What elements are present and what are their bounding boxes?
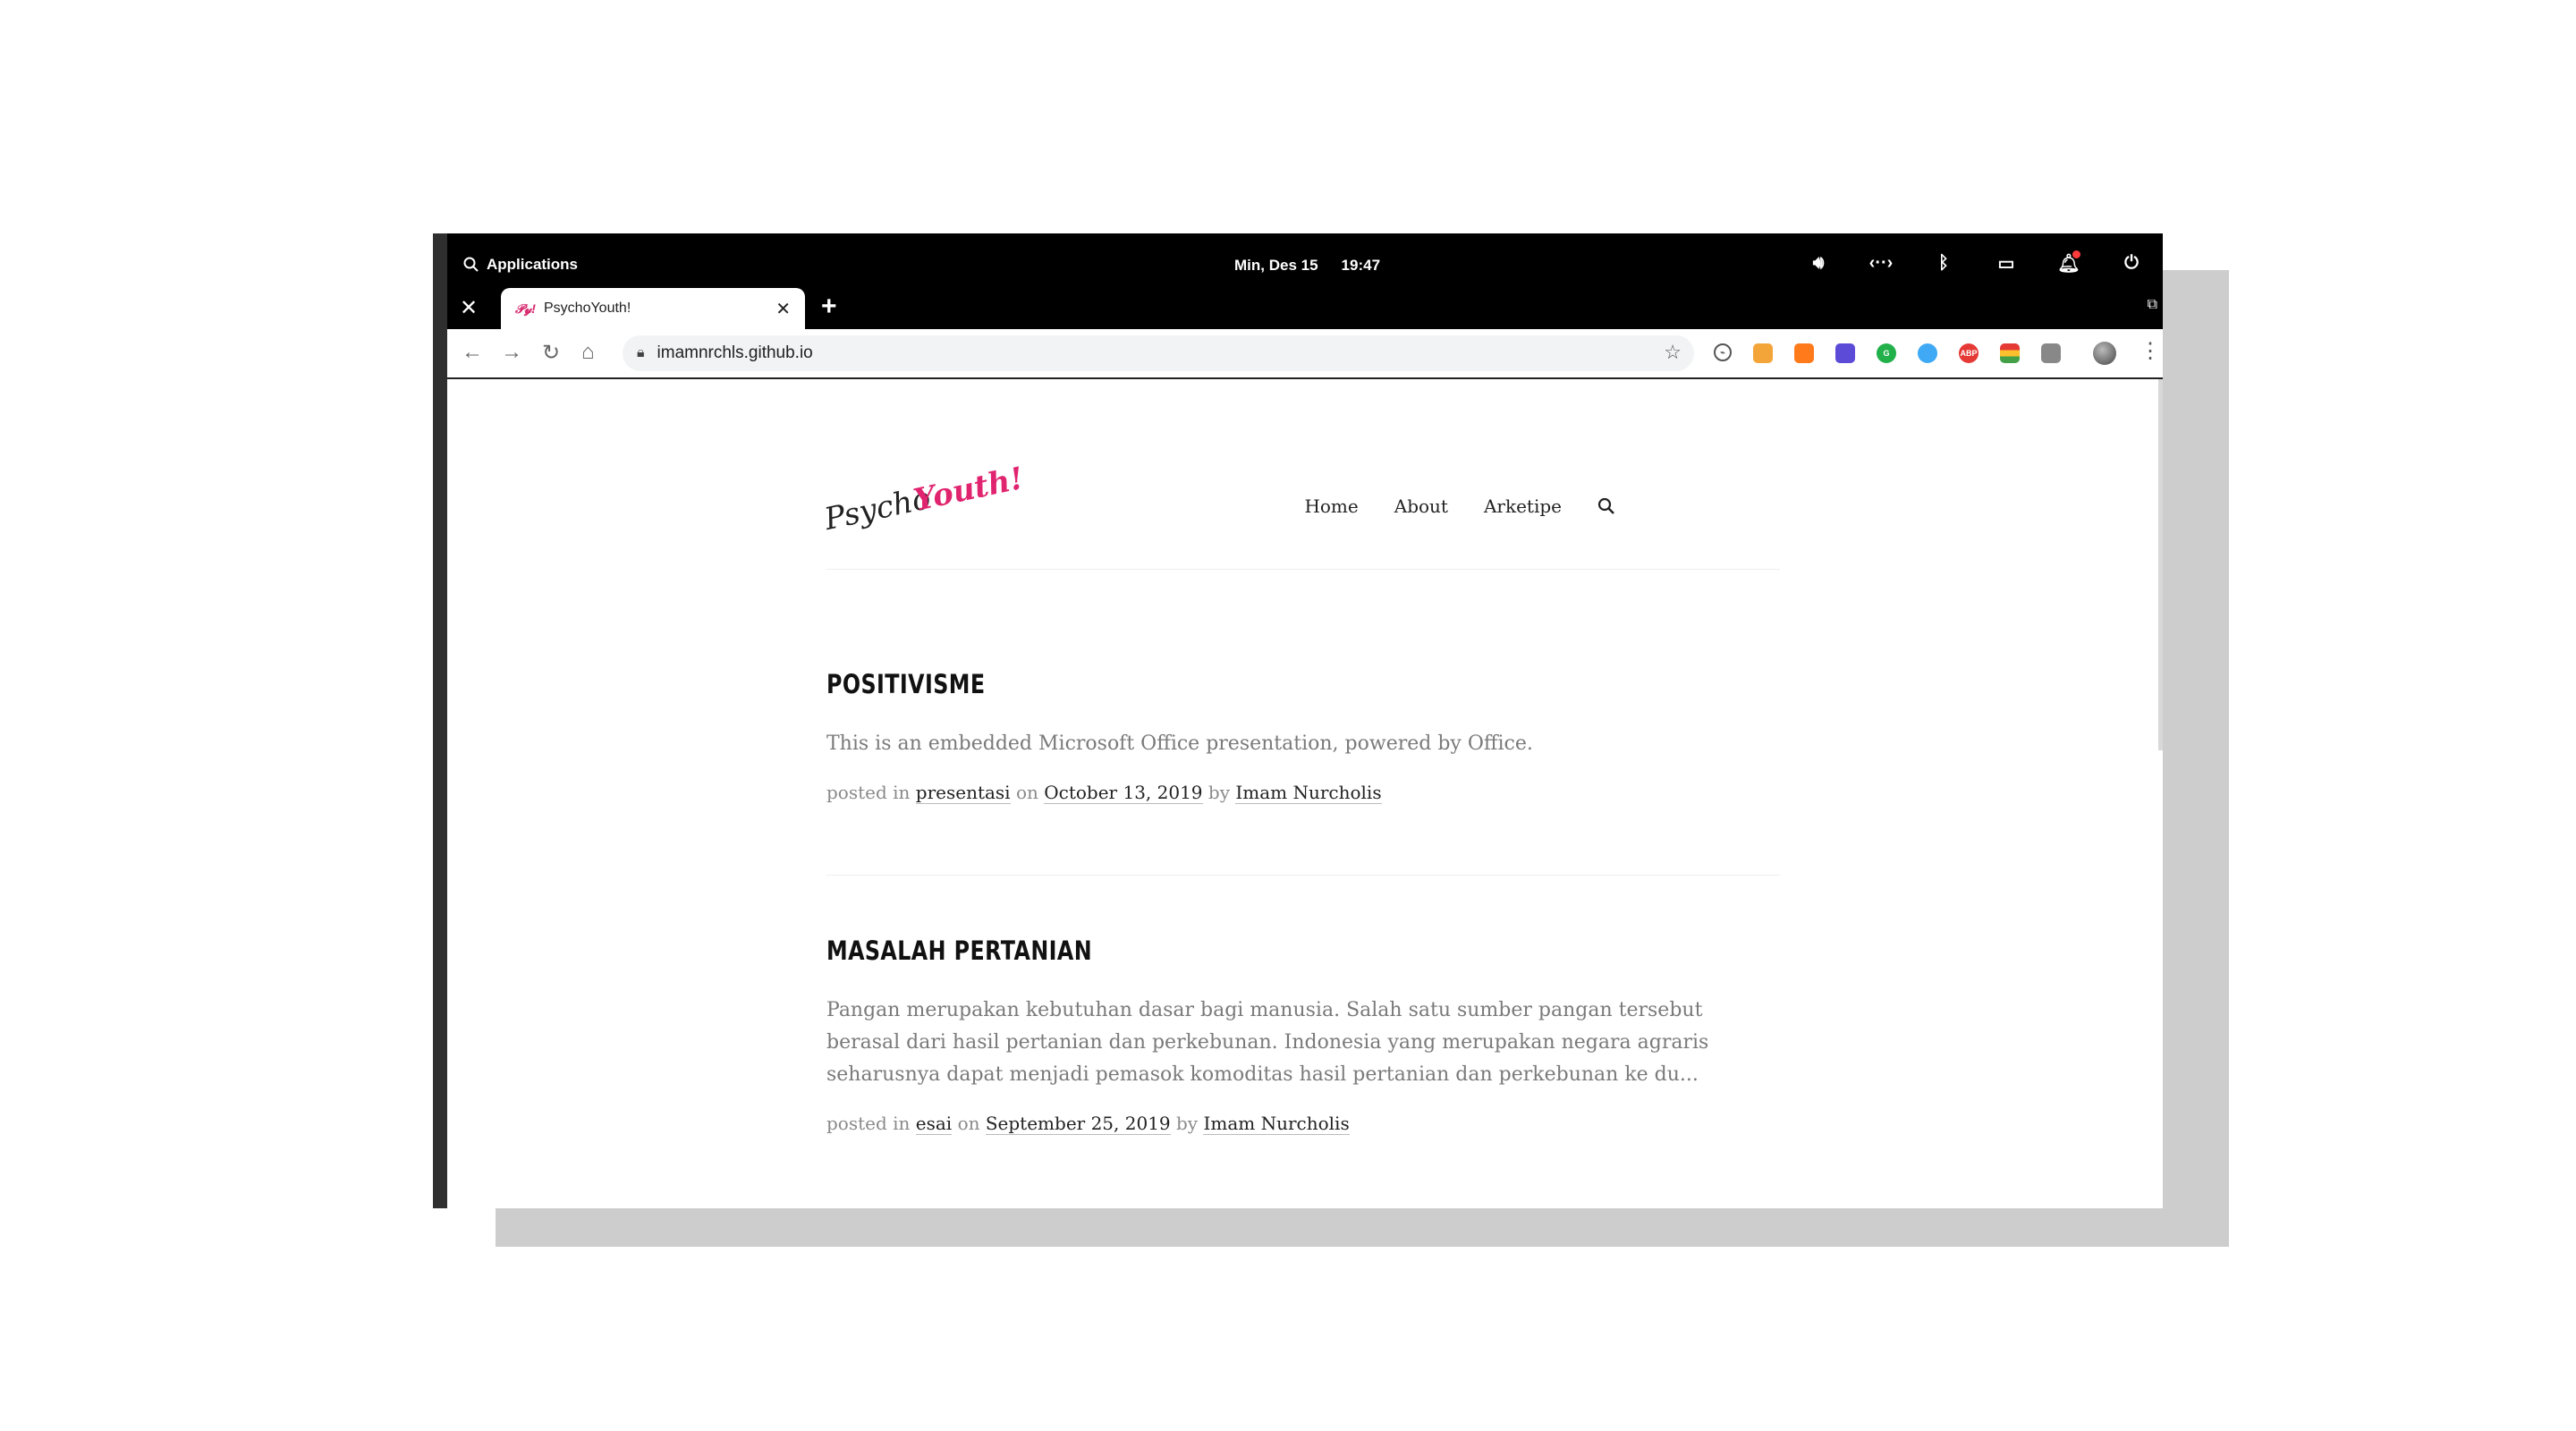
battery-icon[interactable]: ▭	[1975, 252, 2038, 275]
lock-icon: 🔒︎	[637, 345, 645, 360]
meta-on: on	[957, 1113, 980, 1134]
url-text[interactable]: imamnrchls.github.io	[657, 343, 813, 363]
extension-gray-icon[interactable]	[2041, 343, 2061, 363]
post-positivisme: POSITIVISME This is an embedded Microsof…	[826, 669, 1780, 804]
logo-text-youth: Youth!	[911, 460, 1027, 519]
restore-window-icon[interactable]: ⧉	[2148, 297, 2157, 313]
forward-arrow-icon[interactable]: →	[501, 340, 522, 365]
meta-on: on	[1015, 782, 1038, 803]
bluetooth-icon[interactable]: ᛒ	[1912, 253, 1975, 274]
network-icon[interactable]: ‹··›	[1850, 253, 1912, 274]
reload-icon[interactable]: ↻	[542, 340, 560, 366]
notification-icon[interactable]: 🔔︎	[2038, 250, 2100, 275]
close-tab-icon[interactable]: ✕	[775, 298, 791, 320]
applications-label: Applications	[487, 256, 579, 273]
speed-dial-icon[interactable]: ⌁	[1714, 343, 1732, 361]
extension-graduation-icon[interactable]	[1835, 343, 1855, 363]
tab-title: PsychoYouth!	[544, 301, 631, 316]
extension-puzzle-icon[interactable]	[1794, 343, 1814, 363]
web-page: PsychoYouth! Home About Arketipe POSITIV…	[447, 379, 2163, 1208]
close-window-icon[interactable]: ✕	[460, 295, 478, 321]
power-icon[interactable]: ⏻	[2100, 253, 2163, 274]
post-category-link[interactable]: presentasi	[915, 782, 1011, 804]
meta-by: by	[1176, 1113, 1199, 1134]
panel-time: 19:47	[1341, 257, 1381, 274]
tab-psychoyouth[interactable]: 𝒫𝓎! PsychoYouth! ✕	[501, 288, 805, 329]
adblock-icon[interactable]: ABP	[1959, 343, 1979, 363]
nav-home[interactable]: Home	[1304, 495, 1358, 517]
site-favicon-icon: 𝒫𝓎!	[515, 301, 536, 316]
nav-about[interactable]: About	[1394, 495, 1448, 517]
meta-prefix: posted in	[826, 1113, 911, 1134]
header-divider	[826, 569, 1780, 570]
home-icon[interactable]: ⌂	[581, 340, 595, 365]
browser-toolbar: ← → ↻ ⌂ 🔒︎ imamnrchls.github.io ☆ ⌁ G AB…	[447, 329, 2163, 379]
volume-icon[interactable]: 🔊︎	[1787, 253, 1850, 274]
nav-arketipe[interactable]: Arketipe	[1484, 495, 1562, 517]
top-panel: Applications Min, Des 15 19:47 🔊︎ ‹··› ᛒ…	[447, 245, 2163, 286]
profile-avatar[interactable]	[2093, 342, 2116, 365]
extension-orange-icon[interactable]	[1753, 343, 1773, 363]
post-title[interactable]: POSITIVISME	[826, 669, 1608, 699]
post-date-link[interactable]: September 25, 2019	[985, 1113, 1171, 1135]
page-scrollbar[interactable]	[2158, 379, 2163, 750]
site-logo[interactable]: PsychoYouth!	[821, 461, 1026, 538]
tab-strip: ✕ 𝒫𝓎! PsychoYouth! ✕ + ⧉	[447, 288, 2163, 329]
site-navigation: Home About Arketipe	[1304, 495, 1615, 517]
panel-clock[interactable]: Min, Des 15 19:47	[1234, 257, 1380, 275]
search-icon	[463, 257, 479, 272]
browser-menu-icon[interactable]: ⋮	[2140, 338, 2161, 364]
applications-menu[interactable]: Applications	[463, 256, 578, 274]
post-author-link[interactable]: Imam Nurcholis	[1235, 782, 1382, 804]
panel-date: Min, Des 15	[1234, 257, 1318, 274]
back-arrow-icon[interactable]: ←	[462, 340, 483, 365]
post-meta: posted in presentasi on October 13, 2019…	[826, 782, 1780, 804]
address-bar[interactable]: 🔒︎ imamnrchls.github.io ☆	[623, 335, 1694, 371]
post-date-link[interactable]: October 13, 2019	[1044, 782, 1203, 804]
extension-green-icon[interactable]: G	[1877, 343, 1896, 363]
post-masalah-pertanian: MASALAH PERTANIAN Pangan merupakan kebut…	[826, 936, 1780, 1135]
post-excerpt: This is an embedded Microsoft Office pre…	[826, 732, 1533, 755]
post-title[interactable]: MASALAH PERTANIAN	[826, 936, 1608, 966]
new-tab-icon[interactable]: +	[821, 292, 837, 322]
screen-left-edge	[433, 233, 447, 1208]
bookmark-star-icon[interactable]: ☆	[1664, 341, 1682, 364]
meta-by: by	[1208, 782, 1230, 803]
system-tray: 🔊︎ ‹··› ᛒ ▭ 🔔︎ ⏻	[1787, 250, 2163, 275]
post-author-link[interactable]: Imam Nurcholis	[1203, 1113, 1350, 1135]
post-meta: posted in esai on September 25, 2019 by …	[826, 1113, 1780, 1135]
post-excerpt: Pangan merupakan kebutuhan dasar bagi ma…	[826, 999, 1709, 1086]
site-search-icon[interactable]	[1597, 497, 1615, 515]
meta-prefix: posted in	[826, 782, 911, 803]
post-divider	[826, 875, 1780, 876]
notification-badge	[2072, 250, 2080, 258]
extension-blue-icon[interactable]	[1918, 343, 1937, 363]
post-category-link[interactable]: esai	[915, 1113, 953, 1135]
extension-color-icon[interactable]	[2000, 343, 2020, 363]
